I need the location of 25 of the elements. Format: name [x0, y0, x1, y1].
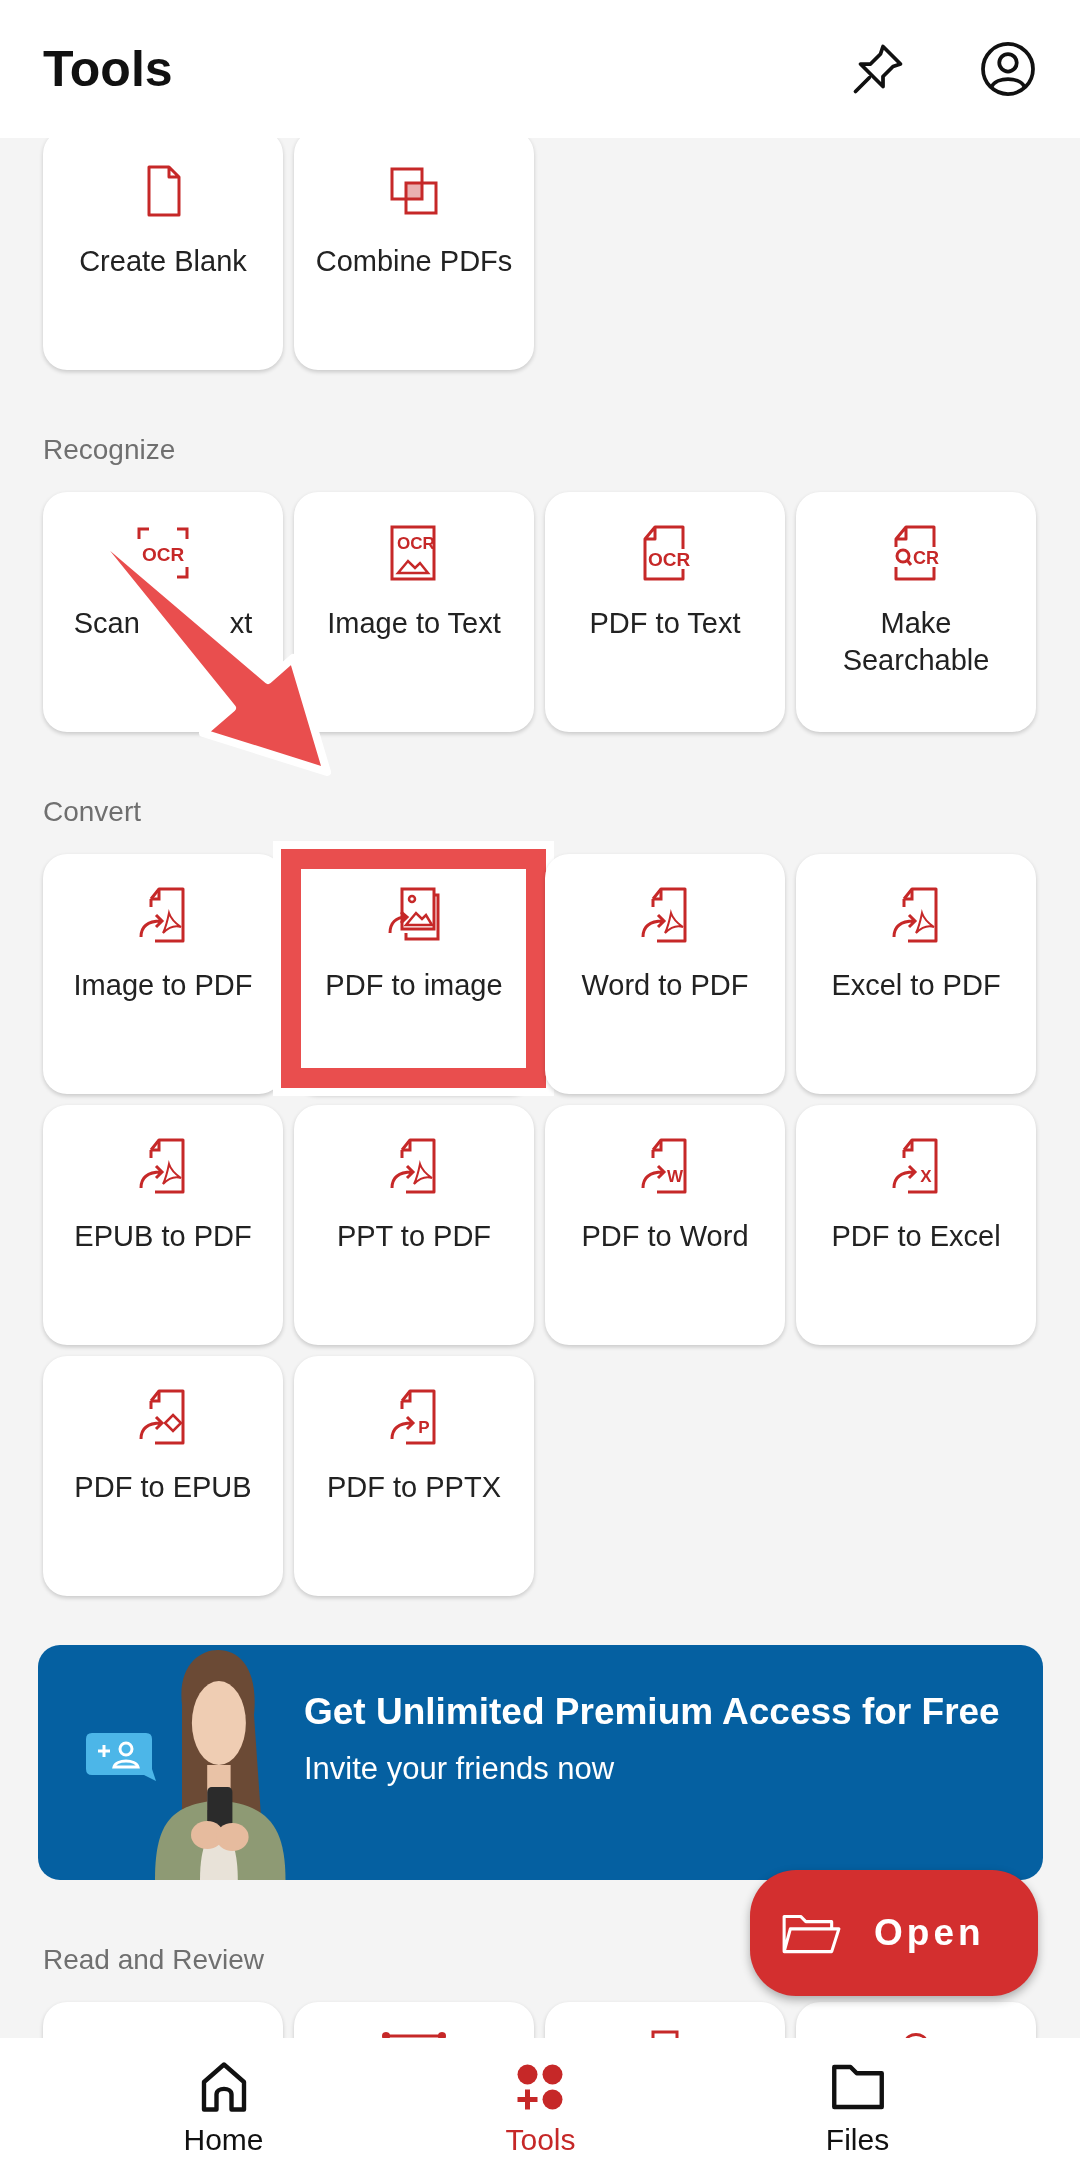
tool-card[interactable]: Word to PDF	[545, 854, 785, 1094]
tool-card[interactable]: PPT to PDF	[294, 1105, 534, 1345]
open-button[interactable]: Open	[750, 1870, 1038, 1996]
banner-title: Get Unlimited Premium Access for Free	[304, 1690, 1000, 1734]
section-title: Read and Review	[43, 1943, 266, 1977]
section-title: Recognize	[43, 433, 177, 467]
nav-tab[interactable]: Home	[173, 2057, 274, 2157]
banner-subtitle: Invite your friends now	[304, 1751, 616, 1787]
promo-banner[interactable]: Get Unlimited Premium Access for Free Invite your friends now	[38, 1645, 1043, 1880]
tool-card[interactable]: Create Blank	[43, 138, 283, 370]
nav-tab[interactable]: Files	[815, 2057, 900, 2157]
tool-card[interactable]: W PDF to Word	[545, 1105, 785, 1345]
tool-card[interactable]: X PDF to Excel	[796, 1105, 1036, 1345]
tool-card[interactable]: OCR PDF to Text	[545, 492, 785, 732]
nav-tab[interactable]: Tools	[495, 2057, 586, 2157]
tool-card[interactable]: OCR Image to Text	[294, 492, 534, 732]
tool-card[interactable]: PDF to EPUB	[43, 1356, 283, 1596]
section-title: Convert	[43, 795, 143, 829]
tool-card[interactable]: P PDF to PPTX	[294, 1356, 534, 1596]
tool-card[interactable]: EPUB to PDF	[43, 1105, 283, 1345]
account-icon[interactable]	[978, 39, 1038, 99]
tool-card[interactable]: CR Make Searchable	[796, 492, 1036, 732]
tool-card[interactable]: Combine PDFs	[294, 138, 534, 370]
page-title: Tools	[43, 40, 173, 98]
tool-card[interactable]: Excel to PDF	[796, 854, 1036, 1094]
